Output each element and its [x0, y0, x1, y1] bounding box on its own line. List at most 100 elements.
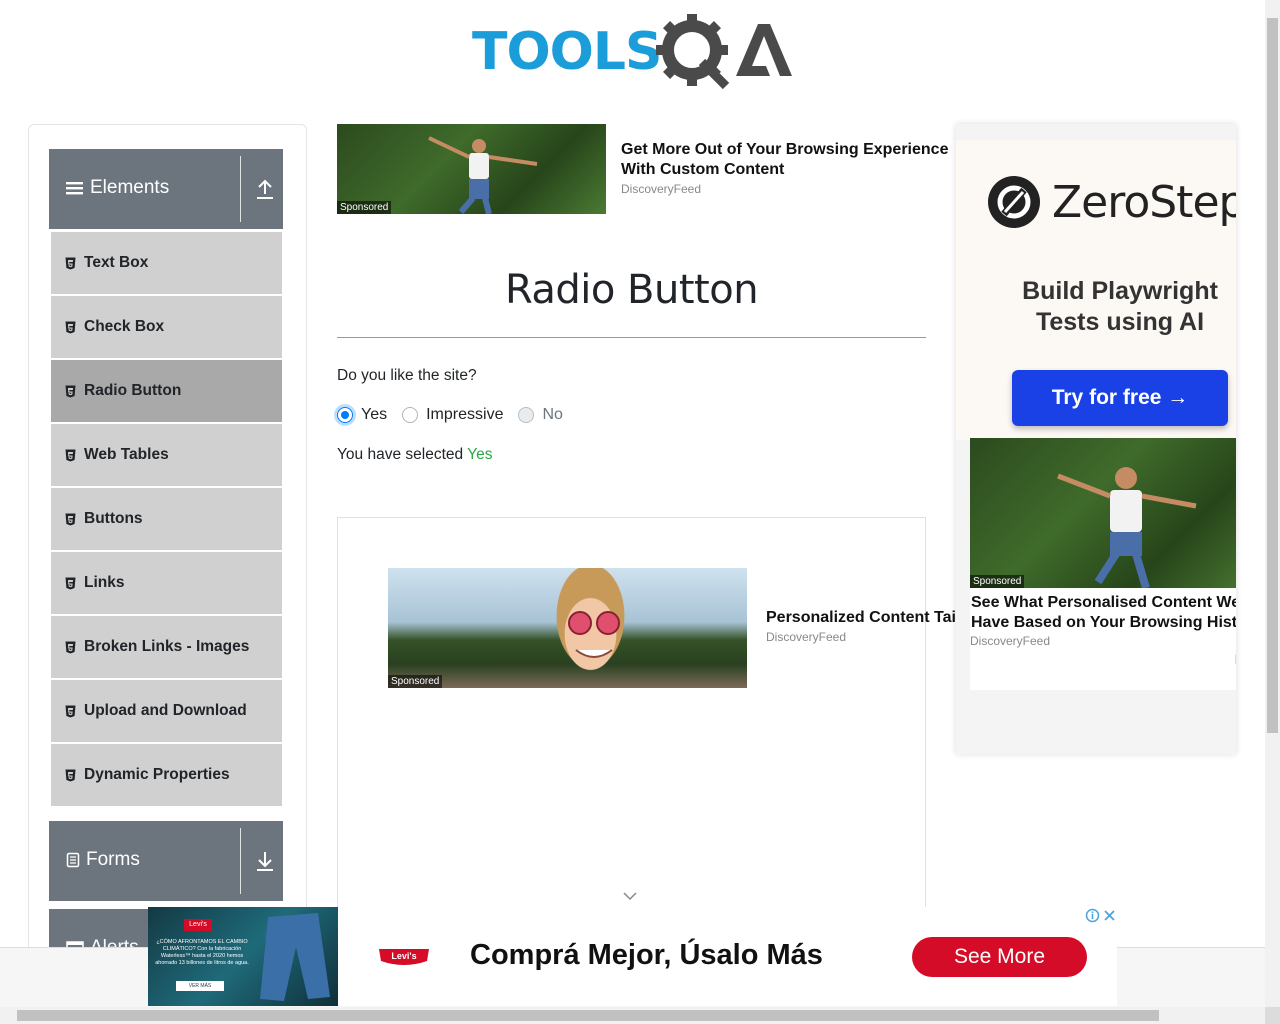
levis-banner-ad[interactable]: Levi's ¿CÓMO AFRONTAMOS EL CAMBIO CLIMÁT…	[148, 907, 1117, 1006]
levis-logo-text: Levi's	[391, 951, 416, 961]
jumping-man-illustration	[1057, 467, 1197, 588]
sidebar-item-label: Links	[84, 574, 125, 591]
feed-ad[interactable]: Sponsored See What Personalised Content …	[970, 438, 1236, 690]
radio-group: Yes Impressive No	[337, 405, 563, 425]
html5-icon	[65, 705, 76, 717]
logo-text: TOOLS	[472, 22, 662, 82]
zerostep-logo: ZeroStep	[988, 176, 1236, 228]
jeans-illustration	[260, 913, 330, 1001]
radio-yes-label[interactable]: Yes	[361, 406, 387, 424]
sidebar-item-radio-button[interactable]: Radio Button	[49, 359, 283, 423]
html5-icon	[65, 385, 76, 397]
levis-logo: Levi's	[379, 949, 429, 965]
document-icon	[66, 852, 80, 868]
top-sponsored-ad[interactable]: Sponsored Get More Out of Your Browsing …	[337, 124, 957, 214]
result-value: Yes	[467, 446, 493, 463]
radio-impressive-label[interactable]: Impressive	[426, 406, 503, 424]
left-sidebar: Elements Text Box Check Box Radio Button We…	[28, 124, 307, 969]
group-header-divider	[240, 156, 241, 222]
radio-no-label: No	[542, 406, 563, 423]
close-icon[interactable]	[1102, 908, 1117, 923]
vertical-scroll-thumb[interactable]	[1267, 18, 1278, 733]
title-divider	[337, 337, 926, 338]
toolsqa-logo[interactable]: TOOLS	[472, 14, 797, 90]
vertical-scrollbar[interactable]	[1265, 0, 1280, 1007]
page-title: Radio Button	[504, 267, 759, 313]
expand-arrow-icon[interactable]	[254, 849, 276, 873]
radio-no: No	[518, 405, 563, 425]
sponsored-badge: Sponsored	[388, 675, 443, 688]
ad-image-man-jumping[interactable]: Sponsored	[970, 438, 1236, 588]
sunglasses-icon	[568, 611, 620, 658]
horizontal-scrollbar[interactable]	[0, 1007, 1265, 1024]
scrollbar-corner	[1265, 1007, 1280, 1024]
chevron-down-icon[interactable]	[622, 890, 638, 902]
html5-icon	[65, 577, 76, 589]
ad-source: DiscoveryFeed	[621, 182, 702, 196]
sidebar-item-check-box[interactable]: Check Box	[49, 295, 283, 359]
hamburger-icon	[66, 182, 83, 195]
collapse-arrow-icon[interactable]	[254, 177, 276, 201]
sidebar-item-upload-and-download[interactable]: Upload and Download	[49, 679, 283, 743]
sidebar-item-web-tables[interactable]: Web Tables	[49, 423, 283, 487]
levis-logo-small: Levi's	[184, 919, 212, 931]
banner-image[interactable]: Levi's ¿CÓMO AFRONTAMOS EL CAMBIO CLIMÁT…	[148, 907, 338, 1006]
banner-image-button[interactable]: VER MÁS	[176, 981, 224, 991]
result-prefix: You have selected	[337, 446, 464, 463]
sidebar-item-buttons[interactable]: Buttons	[49, 487, 283, 551]
group-forms-header[interactable]: Forms	[49, 821, 283, 901]
banner-headline[interactable]: Comprá Mejor, Úsalo Más	[470, 939, 823, 972]
html5-icon	[65, 769, 76, 781]
group-elements-label: Elements	[90, 177, 170, 198]
radio-yes-input[interactable]	[337, 407, 353, 423]
mid-ad-container: Sponsored Personalized Content Tailored …	[337, 517, 956, 937]
html5-icon	[65, 449, 76, 461]
radio-impressive[interactable]: Impressive	[402, 405, 503, 425]
group-forms-label: Forms	[86, 849, 140, 870]
sidebar-item-label: Radio Button	[84, 382, 182, 399]
html5-icon	[65, 641, 76, 653]
ad-info-icon[interactable]	[1085, 908, 1100, 923]
ad-image-smiling-woman[interactable]: Sponsored	[388, 568, 747, 688]
zerostep-brand: ZeroStep	[1052, 176, 1236, 228]
zerostep-tagline: Build Playwright Tests using AI	[956, 276, 1236, 338]
radio-no-input	[518, 407, 535, 423]
right-ad-panel: ZeroStep Build Playwright Tests using AI…	[956, 124, 1236, 754]
sidebar-item-links[interactable]: Links	[49, 551, 283, 615]
sidebar-item-broken-links-images[interactable]: Broken Links - Images	[49, 615, 283, 679]
sidebar-item-label: Check Box	[84, 318, 165, 335]
ad-headline[interactable]: Personalized Content Tailored	[766, 609, 956, 627]
zerostep-ad[interactable]: ZeroStep Build Playwright Tests using AI…	[956, 140, 1236, 440]
zerostep-logo-icon	[988, 176, 1040, 228]
html5-icon	[65, 257, 76, 269]
try-for-free-button[interactable]: Try for free →	[1012, 370, 1228, 426]
sidebar-item-label: Text Box	[84, 254, 149, 271]
group-header-divider	[240, 828, 241, 894]
banner-image-text: ¿CÓMO AFRONTAMOS EL CAMBIO CLIMÁTICO? Co…	[155, 939, 249, 966]
ad-headline[interactable]: See What Personalised Content We Have Ba…	[971, 593, 1236, 633]
html5-icon	[65, 321, 76, 333]
sidebar-item-label: Upload and Download	[84, 702, 247, 719]
ad-controls	[1085, 908, 1117, 923]
radio-question: Do you like the site?	[337, 367, 477, 384]
html5-icon	[65, 513, 76, 525]
sidebar-item-label: Broken Links - Images	[84, 638, 250, 655]
sidebar-item-label: Buttons	[84, 510, 143, 527]
ad-headline[interactable]: Get More Out of Your Browsing Experience…	[621, 140, 961, 180]
sidebar-item-label: Web Tables	[84, 446, 169, 463]
sponsored-badge: Sponsored	[970, 575, 1025, 588]
ad-image-man-jumping[interactable]: Sponsored	[337, 124, 606, 214]
logo-qa-icon	[656, 14, 792, 90]
zerostep-tagline-text: Build Playwright Tests using AI	[1022, 277, 1218, 336]
ad-help-link[interactable]: [?]	[1235, 654, 1236, 665]
elements-menu: Text Box Check Box Radio Button Web Tables B…	[49, 231, 283, 807]
ad-source: DiscoveryFeed	[766, 630, 847, 644]
sidebar-item-label: Dynamic Properties	[84, 766, 230, 783]
sidebar-item-text-box[interactable]: Text Box	[49, 231, 283, 295]
horizontal-scroll-thumb[interactable]	[17, 1010, 1159, 1021]
see-more-button[interactable]: See More	[912, 937, 1087, 977]
group-elements-header[interactable]: Elements	[49, 149, 283, 229]
radio-yes[interactable]: Yes	[337, 405, 387, 425]
sidebar-item-dynamic-properties[interactable]: Dynamic Properties	[49, 743, 283, 807]
radio-impressive-input[interactable]	[402, 407, 419, 423]
